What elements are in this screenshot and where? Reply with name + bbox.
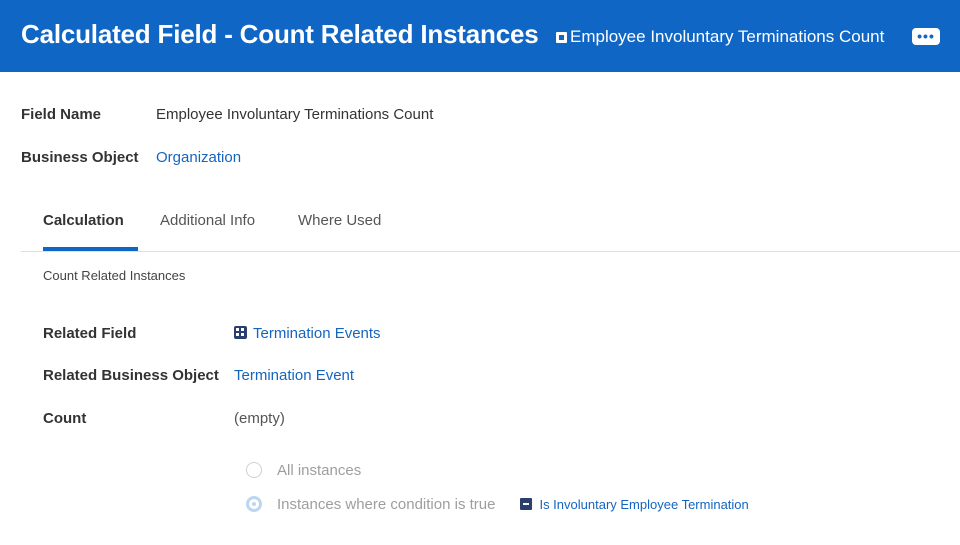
- tab-additional-info[interactable]: Additional Info: [160, 212, 255, 229]
- related-actions-button[interactable]: •••: [912, 28, 940, 45]
- condition-link-text[interactable]: Is Involuntary Employee Termination: [539, 497, 748, 512]
- tab-calculation[interactable]: Calculation: [43, 212, 124, 229]
- related-field-icon: [234, 326, 247, 339]
- page-title: Calculated Field - Count Related Instanc…: [21, 19, 539, 49]
- instance-name[interactable]: Employee Involuntary Terminations Count: [570, 27, 884, 47]
- related-business-object-link[interactable]: Termination Event: [234, 367, 354, 384]
- tab-where-used[interactable]: Where Used: [298, 212, 381, 229]
- condition-icon: [520, 498, 533, 510]
- business-object-label: Business Object: [21, 149, 139, 166]
- option-all-instances[interactable]: All instances: [246, 460, 361, 480]
- related-field-label: Related Field: [43, 325, 137, 342]
- section-title: Count Related Instances: [43, 268, 186, 283]
- radio-condition-true[interactable]: [246, 496, 262, 512]
- field-name-label: Field Name: [21, 106, 102, 123]
- count-value: (empty): [234, 410, 285, 427]
- option-label: All instances: [277, 461, 362, 479]
- field-name-value: Employee Involuntary Terminations Count: [156, 106, 434, 123]
- instance-link[interactable]: Employee Involuntary Terminations Count: [556, 26, 884, 48]
- option-label: Instances where condition is true: [277, 495, 496, 513]
- related-field-link[interactable]: Termination Events: [253, 325, 381, 342]
- instance-icon: [556, 31, 567, 43]
- count-label: Count: [43, 410, 87, 427]
- tab-bar: Calculation Additional Info Where Used: [21, 200, 960, 252]
- condition-link[interactable]: Is Involuntary Employee Termination: [520, 497, 749, 512]
- radio-all-instances[interactable]: [246, 462, 262, 478]
- related-business-object-label: Related Business Object: [43, 367, 219, 384]
- active-tab-indicator: [43, 247, 138, 251]
- option-condition-true[interactable]: Instances where condition is true Is Inv…: [246, 494, 749, 514]
- related-field-value[interactable]: Termination Events: [234, 325, 381, 342]
- page-header: Calculated Field - Count Related Instanc…: [0, 0, 960, 72]
- business-object-link[interactable]: Organization: [156, 149, 241, 166]
